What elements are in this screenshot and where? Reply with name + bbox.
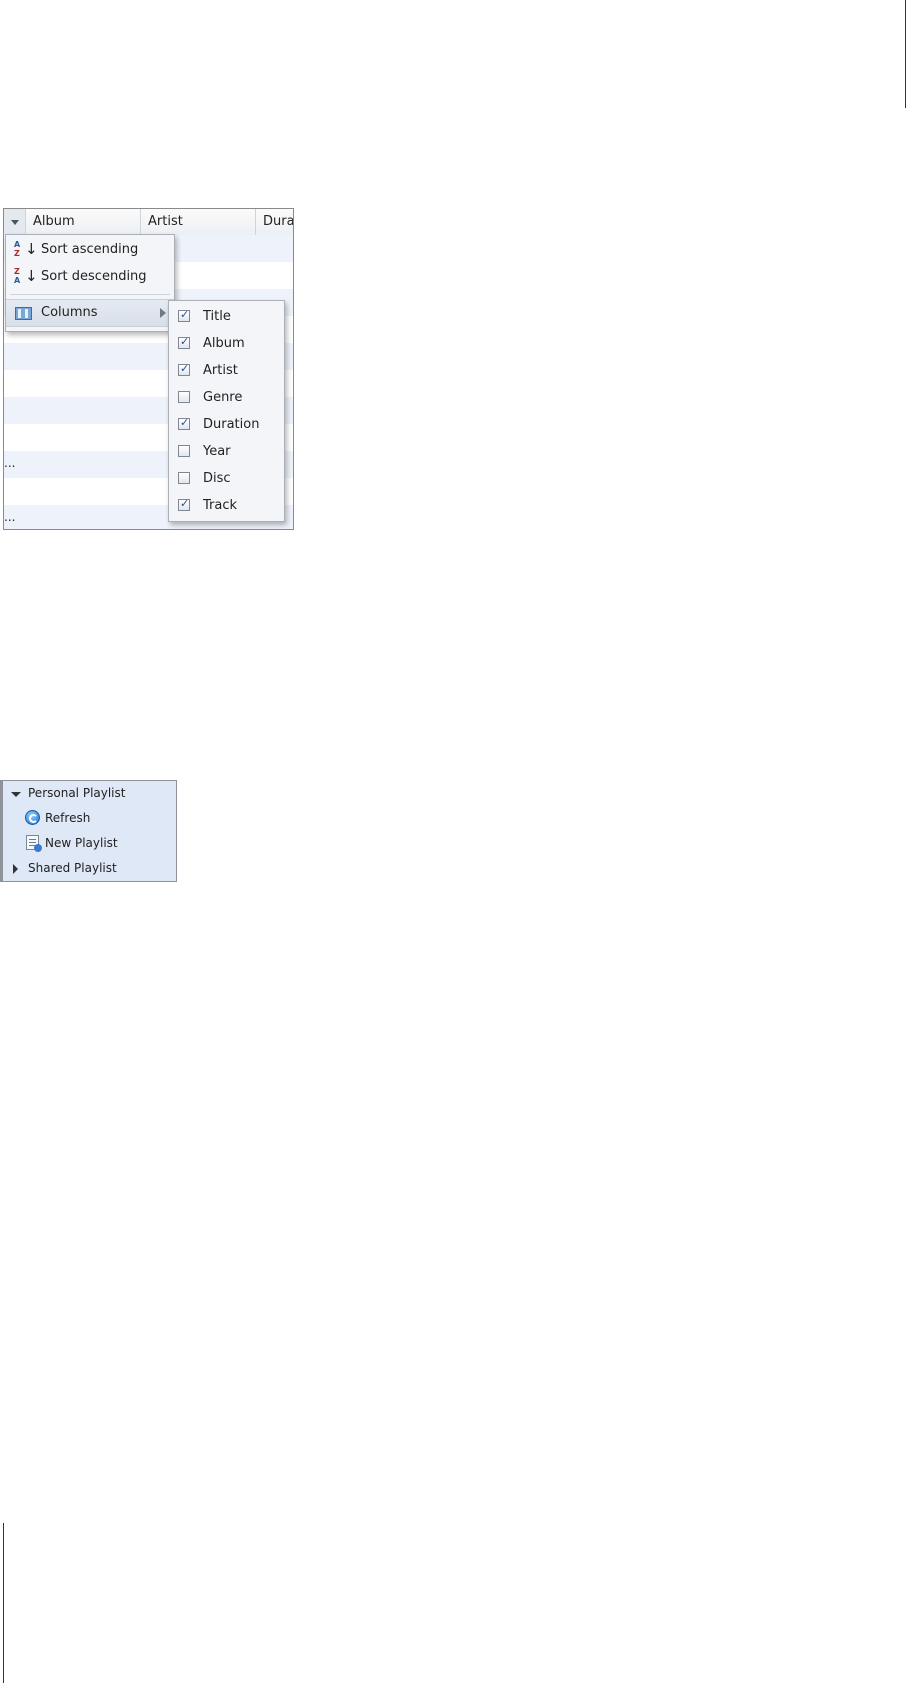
column-toggle-label: Artist (203, 363, 238, 378)
page-edge-line (905, 0, 906, 108)
tree-node-shared-playlist[interactable]: Shared Playlist (3, 856, 177, 880)
sort-icon-letter: Z (14, 249, 20, 258)
refresh-icon (25, 810, 40, 825)
checkbox[interactable]: ✓ (178, 416, 190, 430)
playlist-tree-panel: Personal Playlist Refresh New Playlist S… (0, 780, 177, 882)
columns-submenu: ✓ Title ✓ Album ✓ Artist Genre ✓ Duratio… (168, 300, 285, 522)
cell-ellipsis: ... (4, 510, 16, 524)
checkmark-icon: ✓ (180, 416, 190, 429)
column-toggle-genre[interactable]: Genre (169, 384, 284, 411)
column-header-duration[interactable]: Dura (256, 209, 293, 235)
menu-item-label: Sort ascending (41, 242, 139, 257)
menu-item-sort-ascending[interactable]: A Z ↓ Sort ascending (6, 237, 174, 263)
column-header-album[interactable]: Album (26, 209, 141, 235)
menu-item-columns[interactable]: Columns (6, 299, 174, 327)
sort-az-icon: A Z ↓ (14, 240, 38, 258)
checkmark-icon: ✓ (180, 335, 190, 348)
tree-node-label: New Playlist (45, 836, 118, 850)
expand-arrow-icon[interactable] (11, 792, 21, 797)
menu-separator (10, 294, 170, 295)
menu-item-sort-descending[interactable]: Z A ↓ Sort descending (6, 264, 174, 290)
tree-node-label: Shared Playlist (28, 861, 117, 875)
chevron-right-icon (160, 308, 166, 318)
sort-za-icon: Z A ↓ (14, 267, 38, 285)
column-toggle-label: Genre (203, 390, 243, 405)
column-toggle-year[interactable]: Year (169, 438, 284, 465)
menu-item-label: Sort descending (41, 269, 147, 284)
column-menu-trigger[interactable] (4, 209, 26, 235)
tree-node-new-playlist[interactable]: New Playlist (3, 831, 177, 855)
tree-node-refresh[interactable]: Refresh (3, 806, 177, 830)
columns-icon (15, 307, 32, 320)
menu-item-label: Columns (41, 305, 98, 320)
sort-icon-letter: A (14, 276, 21, 285)
column-toggle-track[interactable]: ✓ Track (169, 492, 284, 519)
tree-node-label: Personal Playlist (28, 786, 126, 800)
page-edge-line (3, 1523, 4, 1683)
column-toggle-label: Title (203, 309, 231, 324)
column-toggle-duration[interactable]: ✓ Duration (169, 411, 284, 438)
sort-icon-letter: Z (14, 267, 20, 276)
tree-node-label: Refresh (45, 811, 91, 825)
column-toggle-label: Disc (203, 471, 231, 486)
chevron-down-icon (11, 220, 19, 225)
column-toggle-title[interactable]: ✓ Title (169, 303, 284, 330)
column-toggle-label: Album (203, 336, 245, 351)
checkbox[interactable]: ✓ (178, 335, 190, 349)
checkmark-icon: ✓ (180, 362, 190, 375)
column-header-menu: A Z ↓ Sort ascending Z A ↓ Sort descendi… (5, 234, 175, 332)
checkbox[interactable] (178, 445, 190, 457)
column-toggle-label: Duration (203, 417, 260, 432)
checkbox[interactable] (178, 391, 190, 403)
sort-icon-letter: A (14, 240, 21, 249)
tree-node-personal-playlist[interactable]: Personal Playlist (3, 781, 177, 805)
checkmark-icon: ✓ (180, 497, 190, 510)
column-toggle-disc[interactable]: Disc (169, 465, 284, 492)
column-toggle-label: Track (203, 498, 238, 513)
checkbox[interactable]: ✓ (178, 362, 190, 376)
column-toggle-album[interactable]: ✓ Album (169, 330, 284, 357)
new-playlist-icon (26, 835, 42, 852)
column-toggle-label: Year (203, 444, 231, 459)
checkbox[interactable] (178, 472, 190, 484)
column-toggle-artist[interactable]: ✓ Artist (169, 357, 284, 384)
column-header-artist[interactable]: Artist (141, 209, 256, 235)
checkmark-icon: ✓ (180, 308, 190, 321)
collapse-arrow-icon[interactable] (13, 864, 18, 874)
cell-ellipsis: ... (4, 456, 16, 470)
grid-header: Album Artist Dura (4, 209, 293, 236)
checkbox[interactable]: ✓ (178, 497, 190, 511)
checkbox[interactable]: ✓ (178, 308, 190, 322)
